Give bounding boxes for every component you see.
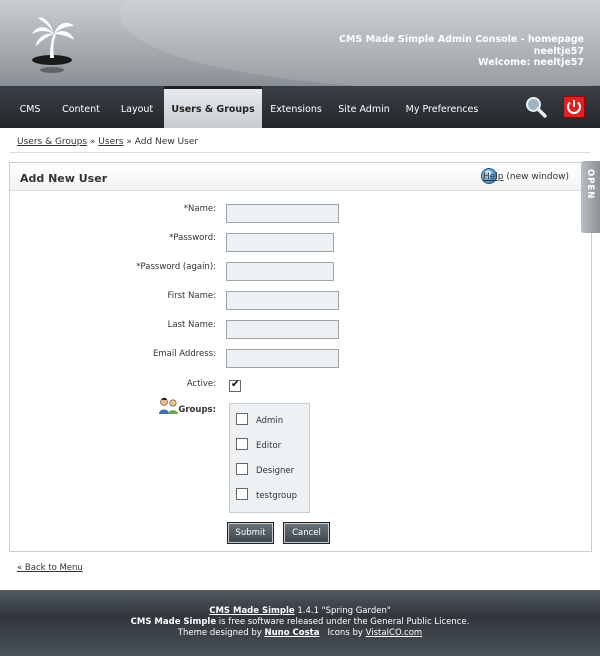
header-info: CMS Made Simple Admin Console - homepage… xyxy=(339,34,584,69)
breadcrumb-sep: » xyxy=(126,137,132,147)
group-designer-label: Designer xyxy=(256,466,295,476)
logout-button[interactable] xyxy=(563,96,585,118)
tab-extensions[interactable]: Extensions xyxy=(266,86,326,128)
page-title: Add New User xyxy=(20,172,108,185)
welcome-text: Welcome: neeltje57 xyxy=(478,57,584,68)
footer-line-3: Theme designed by Nuno Costa Icons by Vi… xyxy=(0,628,600,639)
password-again-label: *Password (again): xyxy=(136,262,216,272)
group-designer-checkbox[interactable] xyxy=(236,463,248,475)
footer-theme-author-link[interactable]: Nuno Costa xyxy=(264,628,319,638)
main-nav: CMS Content Layout Users & Groups Extens… xyxy=(0,86,600,128)
header-username: neeltje57 xyxy=(533,45,584,57)
tab-my-preferences[interactable]: My Preferences xyxy=(400,86,484,128)
first-name-field[interactable] xyxy=(226,291,339,310)
breadcrumb-divider xyxy=(10,152,590,153)
footer-icons-prefix: Icons by xyxy=(327,628,363,638)
email-field[interactable] xyxy=(226,349,339,368)
console-title: CMS Made Simple Admin Console - homepage xyxy=(339,34,584,45)
group-admin-label: Admin xyxy=(256,416,284,426)
footer-line-2: CMS Made Simple is free software release… xyxy=(0,617,600,628)
footer-version: 1.4.1 "Spring Garden" xyxy=(297,606,391,616)
footer-product-link[interactable]: CMS Made Simple xyxy=(209,606,294,616)
group-editor-label: Editor xyxy=(256,441,282,451)
help-link[interactable]: Help xyxy=(483,172,504,182)
tab-users-groups[interactable]: Users & Groups xyxy=(164,86,262,128)
footer-line-1: CMS Made Simple 1.4.1 "Spring Garden" xyxy=(0,606,600,617)
group-testgroup-label: testgroup xyxy=(256,491,298,501)
breadcrumb-users-groups[interactable]: Users & Groups xyxy=(17,137,87,147)
name-label: *Name: xyxy=(183,204,216,214)
open-tab-label: OPEN xyxy=(585,169,595,200)
last-name-field[interactable] xyxy=(226,320,339,339)
header-bar: CMS Made Simple Admin Console - homepage… xyxy=(0,0,600,86)
groups-icon xyxy=(159,397,178,414)
password-field[interactable] xyxy=(226,233,334,252)
palm-tree-logo[interactable] xyxy=(28,14,76,74)
breadcrumb-sep: » xyxy=(89,137,96,147)
help-link-group: Help (new window) xyxy=(483,172,569,182)
tab-cms[interactable]: CMS xyxy=(14,86,46,128)
name-field[interactable] xyxy=(226,204,339,223)
first-name-label: First Name: xyxy=(167,291,216,301)
footer-theme-prefix: Theme designed by xyxy=(177,628,262,638)
password-again-field[interactable] xyxy=(226,262,334,281)
breadcrumb: Users & Groups » Users » Add New User xyxy=(17,137,198,147)
tab-content[interactable]: Content xyxy=(58,86,104,128)
group-admin-checkbox[interactable] xyxy=(236,413,248,425)
active-label: Active: xyxy=(186,379,216,389)
active-checkbox[interactable] xyxy=(229,379,241,392)
tab-site-admin[interactable]: Site Admin xyxy=(336,86,392,128)
group-testgroup-checkbox[interactable] xyxy=(236,488,248,500)
footer-license-text: is free software released under the Gene… xyxy=(218,617,470,627)
email-label: Email Address: xyxy=(153,349,216,359)
footer-license-brand: CMS Made Simple xyxy=(130,617,217,627)
footer-icons-author-link[interactable]: VistaICO.com xyxy=(366,628,423,638)
cancel-button[interactable]: Cancel xyxy=(283,522,330,544)
help-note: (new window) xyxy=(506,172,569,182)
group-editor-checkbox[interactable] xyxy=(236,438,248,450)
breadcrumb-users[interactable]: Users xyxy=(98,137,123,147)
last-name-label: Last Name: xyxy=(167,320,216,330)
password-label: *Password: xyxy=(169,233,216,243)
open-tab[interactable]: OPEN xyxy=(581,161,600,233)
footer: CMS Made Simple 1.4.1 "Spring Garden" CM… xyxy=(0,590,600,656)
tab-layout[interactable]: Layout xyxy=(114,86,160,128)
back-to-menu-link[interactable]: « Back to Menu xyxy=(17,563,83,573)
groups-label: Groups: xyxy=(178,405,216,415)
submit-button[interactable]: Submit xyxy=(227,522,274,544)
power-icon xyxy=(567,100,581,114)
panel-header: Add New User Help (new window) xyxy=(10,163,591,191)
breadcrumb-current: Add New User xyxy=(134,137,199,147)
search-icon[interactable] xyxy=(524,95,548,119)
